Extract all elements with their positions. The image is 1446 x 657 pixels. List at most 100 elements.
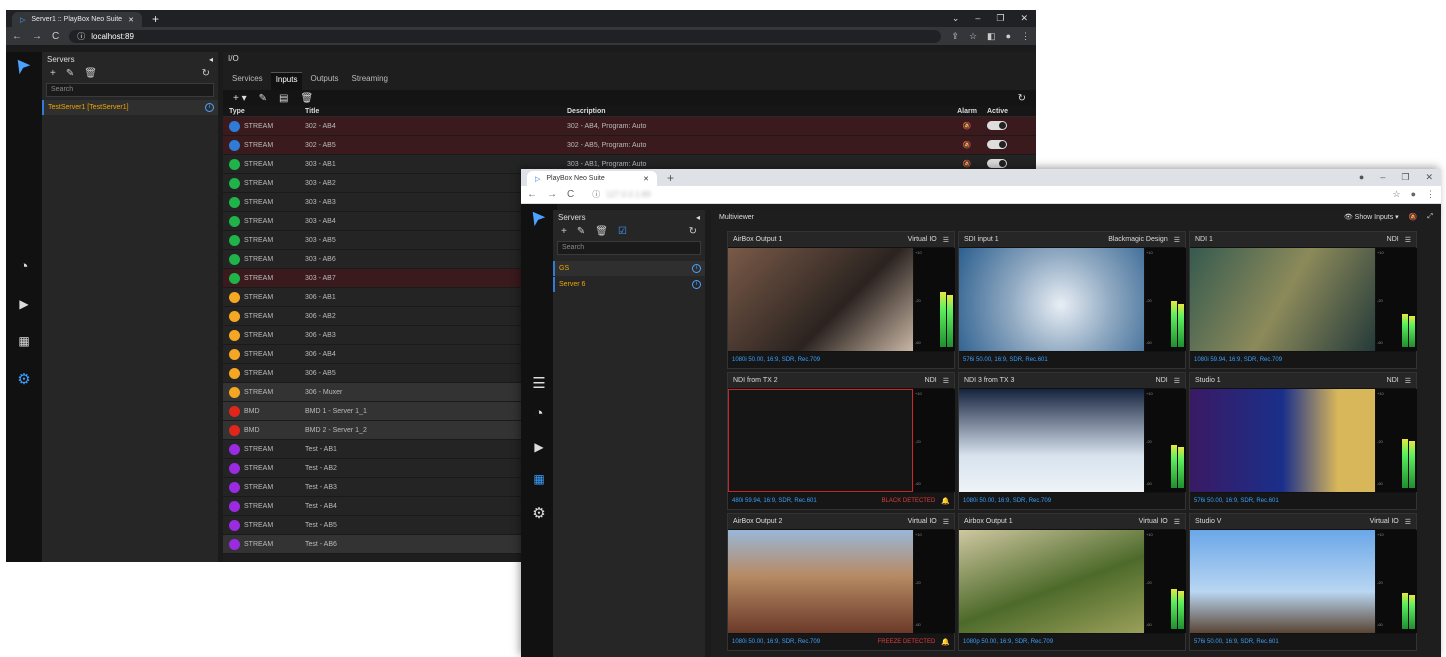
checkbox-icon[interactable]: ☑ [618, 226, 627, 237]
add-input-icon[interactable]: + ▾ [233, 93, 247, 104]
col-title[interactable]: Title [305, 106, 567, 116]
bell-icon[interactable]: 🔔 [941, 638, 950, 646]
menu-icon[interactable]: ☰ [521, 374, 557, 392]
collapse-icon[interactable]: ◂ [209, 55, 213, 64]
multiviewer-tile[interactable]: Studio V Virtual IO ☰ +10 -20 -60 576i 50.00, … [1189, 513, 1417, 651]
col-type[interactable]: Type [223, 106, 305, 116]
back-icon[interactable]: ← [12, 31, 22, 42]
server-item-server6[interactable]: Server 6 i [553, 277, 705, 292]
multiviewer-tile[interactable]: Airbox Output 1 Virtual IO ☰ +10 -20 -60 1080p… [958, 513, 1186, 651]
tab-inputs[interactable]: Inputs [270, 72, 303, 90]
side-panel-icon[interactable]: ◧ [987, 31, 996, 42]
col-alarm[interactable]: Alarm [947, 106, 987, 116]
edit-server-icon[interactable]: ✎ [577, 226, 585, 237]
col-description[interactable]: Description [567, 106, 947, 116]
server-search-input[interactable]: Search [46, 83, 214, 97]
table-row[interactable]: STREAM 302 - AB4 302 - AB4, Program: Auto 🔕 [223, 117, 1036, 136]
tile-menu-icon[interactable]: ☰ [1405, 236, 1411, 244]
bookmark-star-icon[interactable]: ☆ [1392, 189, 1400, 200]
dashboard-pie-icon[interactable]: ◔ [6, 258, 42, 275]
delete-input-icon[interactable]: 🗑 [300, 93, 313, 104]
bookmark-star-icon[interactable]: ☆ [969, 31, 977, 42]
refresh-icon[interactable]: ↻ [202, 68, 210, 79]
tab-services[interactable]: Services [227, 72, 268, 90]
restore-icon[interactable]: ❐ [996, 13, 1004, 24]
new-tab-icon[interactable]: + [152, 12, 159, 26]
settings-gear-icon[interactable]: ⚙ [521, 504, 557, 522]
dashboard-pie-icon[interactable]: ◔ [521, 405, 557, 422]
server-item-gs[interactable]: GS i [553, 261, 705, 276]
table-row[interactable]: STREAM 302 - AB5 302 - AB5, Program: Auto 🔕 [223, 136, 1036, 155]
collapse-icon[interactable]: ◂ [696, 213, 700, 222]
add-server-icon[interactable]: + [50, 68, 56, 79]
info-icon[interactable]: i [205, 103, 214, 112]
back-icon[interactable]: ← [527, 189, 537, 200]
multiviewer-tile[interactable]: AirBox Output 2 Virtual IO ☰ +10 -20 -60 1080i… [727, 513, 955, 651]
profile-icon[interactable]: ● [1411, 189, 1416, 200]
camera-icon[interactable]: ▶ [521, 440, 557, 454]
active-toggle[interactable] [987, 120, 1007, 130]
file-icon[interactable]: ▤ [279, 93, 288, 104]
reload-icon[interactable]: C [567, 189, 574, 200]
delete-server-icon[interactable]: 🗑 [84, 68, 97, 79]
tile-menu-icon[interactable]: ☰ [943, 377, 949, 385]
close-tab-icon[interactable]: ✕ [128, 16, 134, 24]
camera-icon[interactable]: ▶ [6, 297, 42, 311]
forward-icon[interactable]: → [32, 31, 42, 42]
multiviewer-tile[interactable]: NDI 1 NDI ☰ +10 -20 -60 1080i 59.94, 16:9, SDR… [1189, 231, 1417, 369]
chevron-down-icon[interactable]: ⌄ [952, 13, 960, 24]
add-server-icon[interactable]: + [561, 226, 567, 237]
close-window-icon[interactable]: ✕ [1425, 172, 1433, 183]
reload-icon[interactable]: C [52, 31, 59, 42]
url-field[interactable]: ⓘ localhost:89 [69, 29, 942, 43]
edit-input-icon[interactable]: ✎ [259, 93, 267, 104]
multiviewer-tile[interactable]: Studio 1 NDI ☰ +10 -20 -60 576i 50.00, 16:9, S… [1189, 372, 1417, 510]
share-icon[interactable]: ⇪ [951, 31, 959, 42]
edit-server-icon[interactable]: ✎ [66, 68, 74, 79]
multiviewer-tile[interactable]: NDI 3 from TX 3 NDI ☰ +10 -20 -60 1080i 50.00,… [958, 372, 1186, 510]
record-icon[interactable]: ● [1359, 172, 1364, 183]
minimize-icon[interactable]: – [975, 13, 980, 24]
restore-icon[interactable]: ❐ [1401, 172, 1409, 183]
minimize-icon[interactable]: – [1380, 172, 1385, 183]
active-toggle[interactable] [987, 139, 1007, 149]
tab-outputs[interactable]: Outputs [305, 72, 343, 90]
multiviewer-tile[interactable]: AirBox Output 1 Virtual IO ☰ +10 -20 -60 1080i… [727, 231, 955, 369]
tile-menu-icon[interactable]: ☰ [1174, 518, 1180, 526]
show-inputs-dropdown[interactable]: 👁 Show Inputs ▾ [1344, 213, 1399, 221]
server-item[interactable]: TestServer1 [TestServer1] i [42, 100, 218, 115]
tile-menu-icon[interactable]: ☰ [1405, 518, 1411, 526]
multiviewer-tile[interactable]: SDI input 1 Blackmagic Design ☰ +10 -20 -60 57… [958, 231, 1186, 369]
tile-menu-icon[interactable]: ☰ [1405, 377, 1411, 385]
tile-menu-icon[interactable]: ☰ [943, 518, 949, 526]
info-icon[interactable]: i [692, 280, 701, 289]
bell-icon[interactable]: 🔔 [941, 497, 950, 505]
settings-gear-icon[interactable]: ⚙ [6, 370, 42, 388]
close-window-icon[interactable]: ✕ [1020, 13, 1028, 24]
refresh-icon[interactable]: ↻ [1018, 93, 1026, 104]
tile-menu-icon[interactable]: ☰ [943, 236, 949, 244]
col-active[interactable]: Active [987, 106, 1027, 116]
alarm-off-icon[interactable]: 🔕 [947, 122, 987, 130]
server-search-input[interactable]: Search [557, 241, 701, 255]
new-tab-icon[interactable]: + [667, 171, 674, 185]
browser-tab[interactable]: ▷ Server1 :: PlayBox Neo Suite ✕ [12, 12, 142, 27]
multiviewer-icon[interactable]: ▦ [6, 334, 42, 348]
mute-alarm-icon[interactable]: 🔕 [1409, 213, 1418, 221]
forward-icon[interactable]: → [547, 189, 557, 200]
tile-menu-icon[interactable]: ☰ [1174, 377, 1180, 385]
alarm-off-icon[interactable]: 🔕 [947, 160, 987, 168]
tile-menu-icon[interactable]: ☰ [1174, 236, 1180, 244]
menu-kebab-icon[interactable]: ⋮ [1426, 189, 1435, 200]
active-toggle[interactable] [987, 158, 1007, 168]
refresh-icon[interactable]: ↻ [689, 226, 697, 237]
profile-icon[interactable]: ● [1006, 31, 1011, 42]
fullscreen-icon[interactable]: ⤢ [1427, 213, 1433, 221]
menu-kebab-icon[interactable]: ⋮ [1021, 31, 1030, 42]
tab-streaming[interactable]: Streaming [347, 72, 393, 90]
multiviewer-tile[interactable]: NDI from TX 2 NDI ☰ +10 -20 -60 480i 59.94, 16… [727, 372, 955, 510]
url-field[interactable]: ⓘ 127.0.0.1:89 [584, 188, 1383, 201]
info-icon[interactable]: i [692, 264, 701, 273]
close-tab-icon[interactable]: ✕ [643, 175, 649, 183]
delete-server-icon[interactable]: 🗑 [595, 226, 608, 237]
